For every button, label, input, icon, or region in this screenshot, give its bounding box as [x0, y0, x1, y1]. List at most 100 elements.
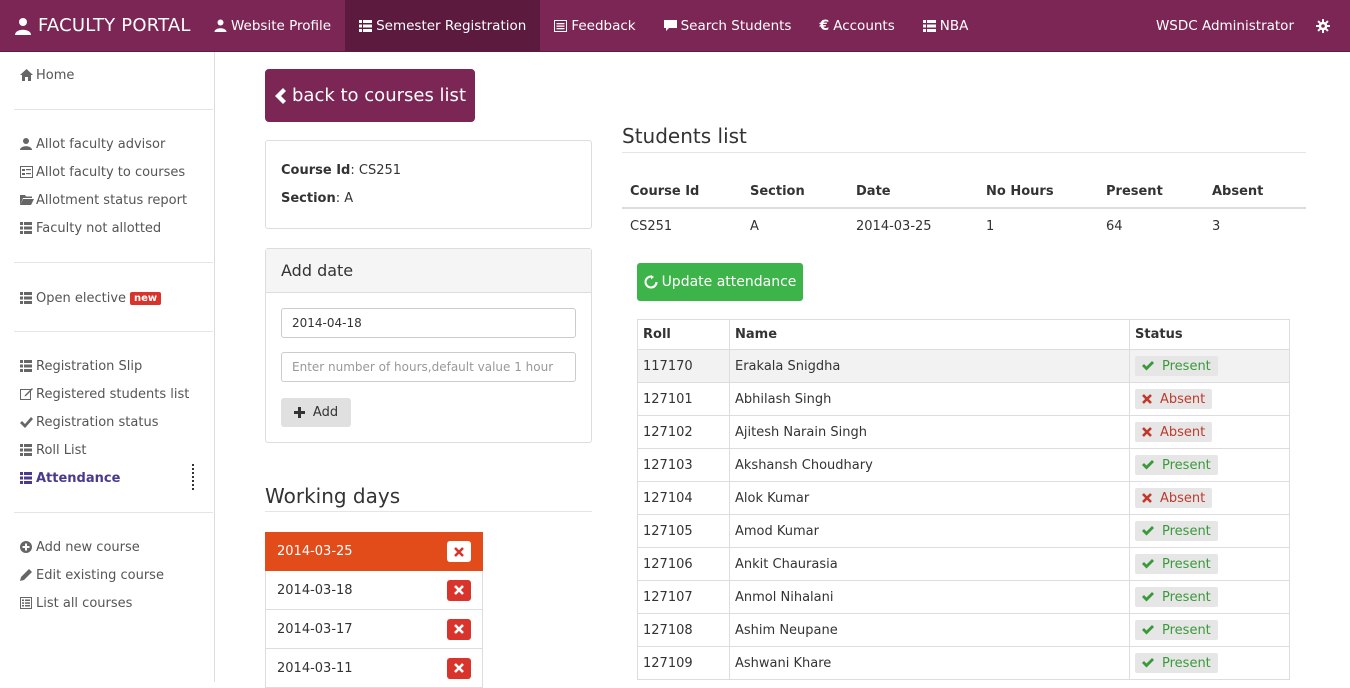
- nav-search-students[interactable]: Search Students: [650, 0, 806, 52]
- list-icon: [359, 19, 373, 32]
- status-label: Present: [1162, 523, 1211, 539]
- add-date-button[interactable]: Add: [281, 398, 351, 427]
- nav-website-profile[interactable]: Website Profile: [200, 0, 345, 52]
- status-label: Absent: [1160, 391, 1206, 407]
- delete-day-button[interactable]: [447, 618, 471, 640]
- check-icon: [1142, 526, 1154, 536]
- status-toggle[interactable]: Absent: [1135, 488, 1213, 508]
- check-icon: [1142, 658, 1154, 668]
- name-cell: Anmol Nihalani: [729, 580, 1130, 614]
- status-label: Present: [1162, 358, 1211, 374]
- sidebar-item-add-new-course[interactable]: Add new course: [0, 533, 214, 561]
- update-attendance-button[interactable]: Update attendance: [637, 263, 803, 301]
- sidebar-item-label: Roll List: [36, 442, 87, 458]
- list-alt-icon: [554, 19, 568, 32]
- summary-row: CS251 A 2014-03-25 1 64 3: [622, 208, 1306, 244]
- check-icon: [1142, 526, 1154, 536]
- divider: [14, 262, 213, 263]
- user-menu[interactable]: WSDC Administrator: [1134, 18, 1316, 34]
- list-alt-icon: [20, 597, 36, 609]
- check-icon: [1142, 460, 1154, 470]
- working-day-item[interactable]: 2014-03-17: [265, 610, 483, 649]
- sidebar-item-label: Add new course: [36, 539, 140, 555]
- delete-day-button[interactable]: [447, 657, 471, 679]
- status-toggle[interactable]: Present: [1135, 653, 1218, 673]
- status-toggle[interactable]: Absent: [1135, 422, 1213, 442]
- nav-semester-registration[interactable]: Semester Registration: [345, 0, 541, 52]
- status-cell: Absent: [1129, 481, 1290, 515]
- status-cell: Present: [1129, 580, 1290, 614]
- sidebar-item-registered-students[interactable]: Registered students list: [0, 380, 214, 408]
- summary-header: Date: [848, 175, 978, 209]
- sidebar-item-allot-faculty-advisor[interactable]: Allot faculty advisor: [0, 130, 214, 158]
- home-icon: [20, 69, 36, 81]
- name-cell: Akshansh Choudhary: [729, 448, 1130, 482]
- sidebar-item-open-elective[interactable]: Open elective new: [0, 284, 214, 312]
- working-day-item[interactable]: 2014-03-25: [265, 532, 483, 571]
- hours-input[interactable]: [281, 352, 576, 382]
- working-day-item[interactable]: 2014-03-18: [265, 571, 483, 610]
- brand[interactable]: FACULTY PORTAL: [0, 0, 200, 52]
- sidebar-item-registration-status[interactable]: Registration status: [0, 408, 214, 436]
- column-header-name: Name: [729, 319, 1130, 350]
- table-row: 127104 Alok Kumar Absent: [637, 481, 1290, 515]
- new-badge: new: [130, 291, 162, 305]
- working-day-date: 2014-03-11: [277, 660, 353, 676]
- status-cell: Present: [1129, 514, 1290, 548]
- roll-cell: 117170: [637, 349, 730, 383]
- summary-header-row: Course Id Section Date No Hours Present …: [622, 175, 1306, 209]
- column-header-status: Status: [1129, 319, 1290, 350]
- status-toggle[interactable]: Present: [1135, 620, 1218, 640]
- sidebar-item-home[interactable]: Home: [0, 61, 214, 89]
- status-toggle[interactable]: Present: [1135, 587, 1218, 607]
- sidebar-item-label: Home: [36, 67, 75, 83]
- working-days-list: 2014-03-25 2014-03-18 2014-03-17 2014-03…: [265, 532, 483, 688]
- nav-nba[interactable]: NBA: [909, 0, 983, 52]
- sidebar-item-edit-course[interactable]: Edit existing course: [0, 561, 214, 589]
- nav-feedback[interactable]: Feedback: [540, 0, 649, 52]
- close-icon: [1142, 493, 1152, 503]
- scroll-handle[interactable]: [192, 464, 194, 492]
- status-toggle[interactable]: Present: [1135, 455, 1218, 475]
- summary-cell: 1: [986, 219, 995, 234]
- add-date-title: Add date: [266, 249, 591, 293]
- back-to-courses-button[interactable]: back to courses list: [265, 69, 475, 122]
- sidebar-item-allot-faculty-courses[interactable]: Allot faculty to courses: [0, 158, 214, 186]
- sidebar-item-faculty-not-allotted[interactable]: Faculty not allotted: [0, 214, 214, 242]
- sidebar-item-label: Registration Slip: [36, 358, 143, 374]
- sidebar-item-attendance[interactable]: Attendance: [0, 464, 214, 492]
- roll-cell: 127103: [637, 448, 730, 482]
- table-row: 127105 Amod Kumar Present: [637, 514, 1290, 548]
- status-toggle[interactable]: Absent: [1135, 389, 1213, 409]
- check-icon: [20, 416, 36, 428]
- working-days-title: Working days: [265, 484, 401, 508]
- edit-icon: [20, 388, 36, 400]
- status-toggle[interactable]: Present: [1135, 521, 1218, 541]
- divider: [14, 512, 213, 513]
- working-day-item[interactable]: 2014-03-11: [265, 649, 483, 688]
- add-date-panel: Add date Add: [265, 248, 592, 443]
- book-icon: [20, 166, 36, 178]
- nav-accounts[interactable]: € Accounts: [805, 0, 908, 52]
- summary-header: Section: [742, 175, 848, 209]
- brand-title: FACULTY PORTAL: [38, 15, 191, 36]
- gear-icon[interactable]: [1316, 18, 1350, 33]
- close-icon: [1142, 394, 1152, 404]
- sidebar-item-roll-list[interactable]: Roll List: [0, 436, 214, 464]
- delete-day-button[interactable]: [447, 541, 471, 562]
- status-toggle[interactable]: Present: [1135, 356, 1218, 376]
- date-input[interactable]: [281, 308, 576, 338]
- sidebar-item-registration-slip[interactable]: Registration Slip: [0, 352, 214, 380]
- summary-cell: A: [750, 219, 759, 234]
- sidebar-item-allotment-status[interactable]: Allotment status report: [0, 186, 214, 214]
- status-cell: Present: [1129, 547, 1290, 581]
- close-icon: [454, 546, 464, 557]
- check-icon: [1142, 559, 1154, 569]
- close-icon: [1142, 493, 1152, 503]
- nav-label: Accounts: [833, 17, 895, 34]
- name-cell: Ajitesh Narain Singh: [729, 415, 1130, 449]
- delete-day-button[interactable]: [447, 579, 471, 601]
- euro-icon: €: [819, 17, 830, 34]
- sidebar-item-list-courses[interactable]: List all courses: [0, 589, 214, 617]
- status-toggle[interactable]: Present: [1135, 554, 1218, 574]
